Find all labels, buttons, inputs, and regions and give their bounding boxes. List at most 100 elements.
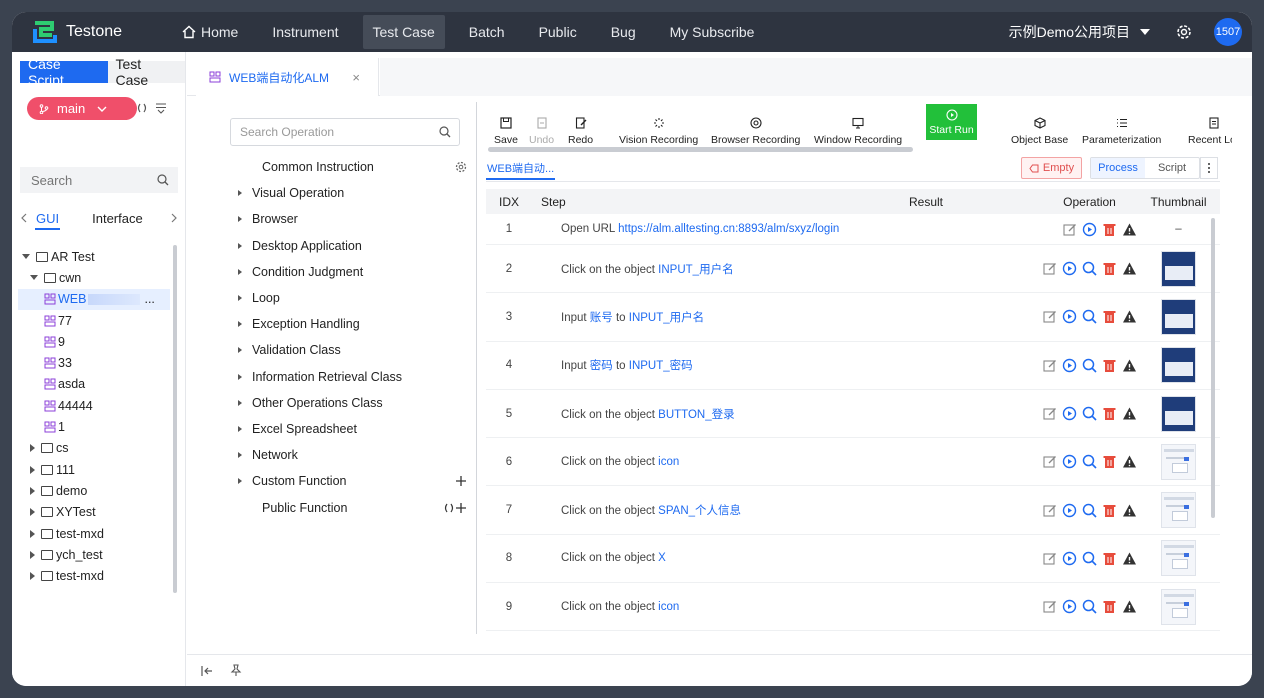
chevron-right-icon[interactable] xyxy=(170,213,178,223)
nav-batch[interactable]: Batch xyxy=(459,15,515,49)
object-base-button[interactable]: Object Base xyxy=(1011,106,1068,146)
warning-icon[interactable] xyxy=(1122,503,1137,518)
delete-icon[interactable] xyxy=(1102,309,1117,324)
caret-right-icon[interactable] xyxy=(238,425,242,432)
edit-icon[interactable] xyxy=(1042,309,1057,324)
warning-icon[interactable] xyxy=(1122,358,1137,373)
tree-node-13[interactable]: test-mxd xyxy=(18,523,170,544)
tree-node-10[interactable]: 111 xyxy=(18,459,170,480)
process-view-button[interactable]: Process xyxy=(1091,158,1145,178)
tree-search-input[interactable] xyxy=(20,167,178,193)
caret-right-icon[interactable] xyxy=(238,216,242,223)
operation-category-5[interactable]: Loop xyxy=(234,285,464,311)
warning-icon[interactable] xyxy=(1122,551,1137,566)
edit-icon[interactable] xyxy=(1042,599,1057,614)
table-row[interactable]: 5 Click on the object BUTTON_登录 xyxy=(486,390,1220,439)
case-tab-web[interactable]: WEB端自动... xyxy=(486,160,556,180)
step-thumbnail[interactable] xyxy=(1161,540,1196,577)
gear-icon[interactable] xyxy=(455,161,467,173)
tree-node-3[interactable]: 77 xyxy=(18,310,170,331)
close-icon[interactable]: × xyxy=(352,70,360,85)
step-object-link[interactable]: SPAN_个人信息 xyxy=(658,505,741,517)
tree-node-8[interactable]: 1 xyxy=(18,416,170,437)
tree-node-11[interactable]: demo xyxy=(18,480,170,501)
table-row[interactable]: 7 Click on the object SPAN_个人信息 xyxy=(486,486,1220,535)
collapse-all-icon[interactable] xyxy=(155,102,167,114)
run-step-icon[interactable] xyxy=(1062,406,1077,421)
caret-right-icon[interactable] xyxy=(30,465,35,474)
tree-node-9[interactable]: cs xyxy=(18,438,170,459)
operation-category-12[interactable]: Custom Function xyxy=(234,468,466,494)
caret-right-icon[interactable] xyxy=(238,268,242,275)
caret-right-icon[interactable] xyxy=(238,478,242,485)
operation-category-11[interactable]: Network xyxy=(234,442,464,468)
search-icon[interactable] xyxy=(1082,261,1097,276)
operation-category-7[interactable]: Validation Class xyxy=(234,337,464,363)
search-icon[interactable] xyxy=(1082,551,1097,566)
operation-category-2[interactable]: Browser xyxy=(234,206,464,232)
tab-test-case[interactable]: Test Case xyxy=(107,56,185,88)
operation-category-8[interactable]: Information Retrieval Class xyxy=(234,364,464,390)
step-value-link[interactable]: 密码 xyxy=(590,360,613,372)
refresh-add-icon[interactable] xyxy=(443,502,467,514)
warning-icon[interactable] xyxy=(1122,222,1137,237)
run-step-icon[interactable] xyxy=(1082,222,1097,237)
collapse-panel-icon[interactable] xyxy=(201,665,214,677)
caret-right-icon[interactable] xyxy=(238,321,242,328)
delete-icon[interactable] xyxy=(1102,358,1117,373)
warning-icon[interactable] xyxy=(1122,599,1137,614)
caret-right-icon[interactable] xyxy=(238,190,242,197)
save-button[interactable]: Save xyxy=(494,106,518,146)
tree-node-14[interactable]: ych_test xyxy=(18,544,170,565)
gear-icon[interactable] xyxy=(1176,24,1192,40)
operation-category-10[interactable]: Excel Spreadsheet xyxy=(234,416,464,442)
run-step-icon[interactable] xyxy=(1062,261,1077,276)
tree-node-7[interactable]: 44444 xyxy=(18,395,170,416)
step-thumbnail[interactable] xyxy=(1161,443,1196,480)
caret-right-icon[interactable] xyxy=(30,486,35,495)
search-icon[interactable] xyxy=(1082,503,1097,518)
warning-icon[interactable] xyxy=(1122,454,1137,469)
edit-icon[interactable] xyxy=(1042,358,1057,373)
nav-my-subscribe[interactable]: My Subscribe xyxy=(660,15,765,49)
caret-down-icon[interactable] xyxy=(30,275,38,281)
run-step-icon[interactable] xyxy=(1062,599,1077,614)
tree-node-4[interactable]: 9 xyxy=(18,331,170,352)
step-object-link[interactable]: icon xyxy=(658,601,679,613)
panel-divider[interactable] xyxy=(476,102,477,634)
search-icon[interactable] xyxy=(1082,358,1097,373)
redo-button[interactable]: Redo xyxy=(568,106,593,146)
search-icon[interactable] xyxy=(157,174,169,186)
step-thumbnail[interactable] xyxy=(1161,347,1196,384)
run-step-icon[interactable] xyxy=(1062,454,1077,469)
subtab-interface[interactable]: Interface xyxy=(92,211,143,226)
edit-icon[interactable] xyxy=(1042,406,1057,421)
step-thumbnail[interactable] xyxy=(1161,298,1196,335)
step-object-link[interactable]: X xyxy=(658,552,666,564)
window-recording-button[interactable]: Window Recording xyxy=(814,106,902,146)
nav-test-case[interactable]: Test Case xyxy=(362,15,445,49)
table-row[interactable]: 2 Click on the object INPUT_用户名 xyxy=(486,245,1220,294)
table-row[interactable]: 4 Input 密码 to INPUT_密码 xyxy=(486,342,1220,390)
step-object-link[interactable]: icon xyxy=(658,456,679,468)
chevron-left-icon[interactable] xyxy=(20,213,28,223)
caret-right-icon[interactable] xyxy=(30,508,35,517)
operation-category-13[interactable]: Public Function xyxy=(234,494,467,520)
step-thumbnail[interactable] xyxy=(1161,492,1196,529)
start-run-button[interactable]: Start Run xyxy=(926,104,977,140)
caret-right-icon[interactable] xyxy=(30,529,35,538)
delete-icon[interactable] xyxy=(1102,599,1117,614)
run-step-icon[interactable] xyxy=(1062,358,1077,373)
operation-category-9[interactable]: Other Operations Class xyxy=(234,390,464,416)
tree-node-2[interactable]: WEB... xyxy=(18,288,170,310)
delete-icon[interactable] xyxy=(1102,261,1117,276)
empty-button[interactable]: Empty xyxy=(1021,157,1082,179)
step-value-link[interactable]: 账号 xyxy=(590,312,613,324)
caret-right-icon[interactable] xyxy=(238,399,242,406)
search-icon[interactable] xyxy=(1082,454,1097,469)
delete-icon[interactable] xyxy=(1102,222,1117,237)
undo-button[interactable]: Undo xyxy=(529,106,554,146)
step-object-link[interactable]: INPUT_用户名 xyxy=(658,264,733,276)
delete-icon[interactable] xyxy=(1102,406,1117,421)
operation-category-6[interactable]: Exception Handling xyxy=(234,311,464,337)
